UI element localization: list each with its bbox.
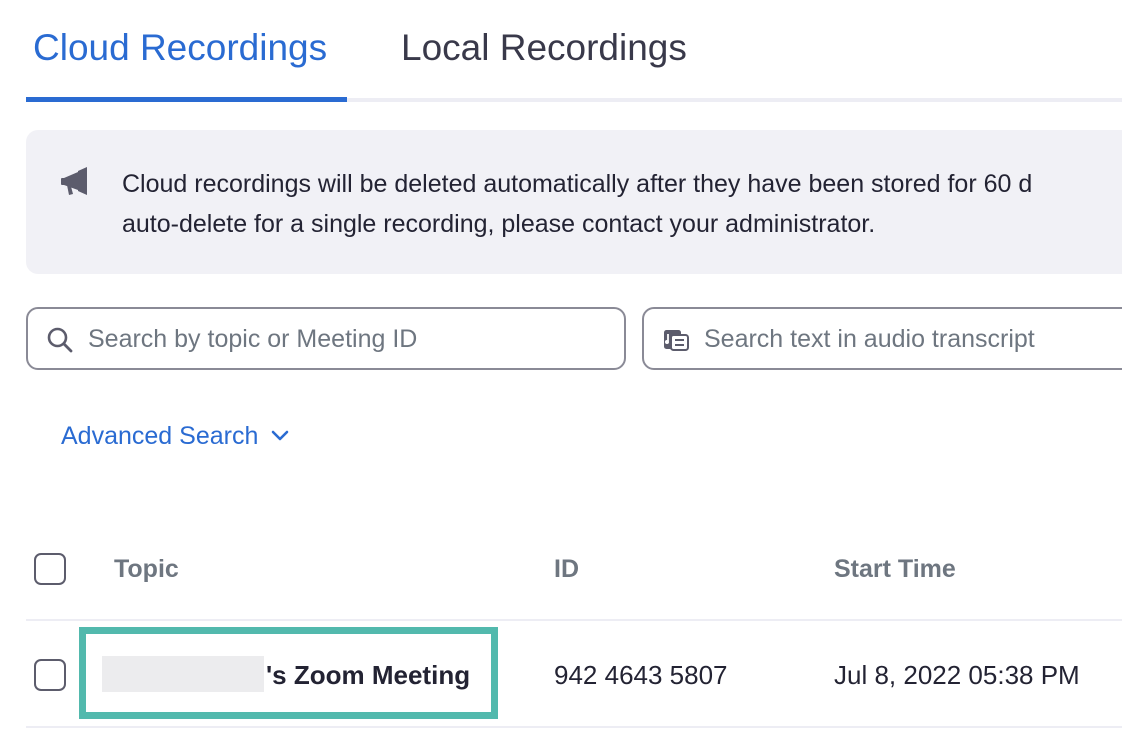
search-icon: [47, 327, 73, 353]
meeting-topic-link[interactable]: 's Zoom Meeting: [266, 656, 470, 694]
notice-line-2: auto-delete for a single recording, plea…: [122, 210, 876, 238]
topic-search-input[interactable]: [88, 317, 588, 361]
meeting-id-cell: 942 4643 5807: [554, 660, 728, 690]
retention-notice: Cloud recordings will be deleted automat…: [26, 130, 1122, 274]
column-header-id[interactable]: ID: [554, 550, 579, 588]
table-row-divider: [26, 726, 1122, 728]
start-time-cell: Jul 8, 2022 05:38 PM: [834, 660, 1080, 690]
advanced-search-label: Advanced Search: [61, 422, 259, 450]
redacted-name: [102, 656, 264, 692]
transcript-icon: [664, 330, 689, 351]
recordings-tabs: Cloud Recordings Local Recordings: [26, 0, 1122, 102]
select-all-checkbox[interactable]: [34, 553, 66, 585]
topic-search-box: [26, 307, 626, 370]
notice-line-1: Cloud recordings will be deleted automat…: [122, 170, 1033, 198]
table-header-divider: [26, 619, 1122, 621]
tab-local-recordings[interactable]: Local Recordings: [401, 22, 687, 74]
chevron-down-icon: [272, 430, 289, 441]
advanced-search-toggle[interactable]: Advanced Search: [61, 418, 290, 454]
megaphone-icon: [61, 167, 87, 195]
tab-cloud-recordings[interactable]: Cloud Recordings: [33, 22, 327, 74]
row-checkbox[interactable]: [34, 659, 66, 691]
column-header-start-time[interactable]: Start Time: [834, 550, 956, 588]
column-header-topic[interactable]: Topic: [114, 550, 179, 588]
recordings-page: Cloud Recordings Local Recordings Cloud …: [0, 0, 1122, 738]
notice-text: Cloud recordings will be deleted automat…: [122, 164, 1122, 244]
transcript-search-input[interactable]: [704, 317, 1122, 361]
active-tab-indicator: [26, 97, 347, 102]
transcript-search-box: [642, 307, 1122, 370]
